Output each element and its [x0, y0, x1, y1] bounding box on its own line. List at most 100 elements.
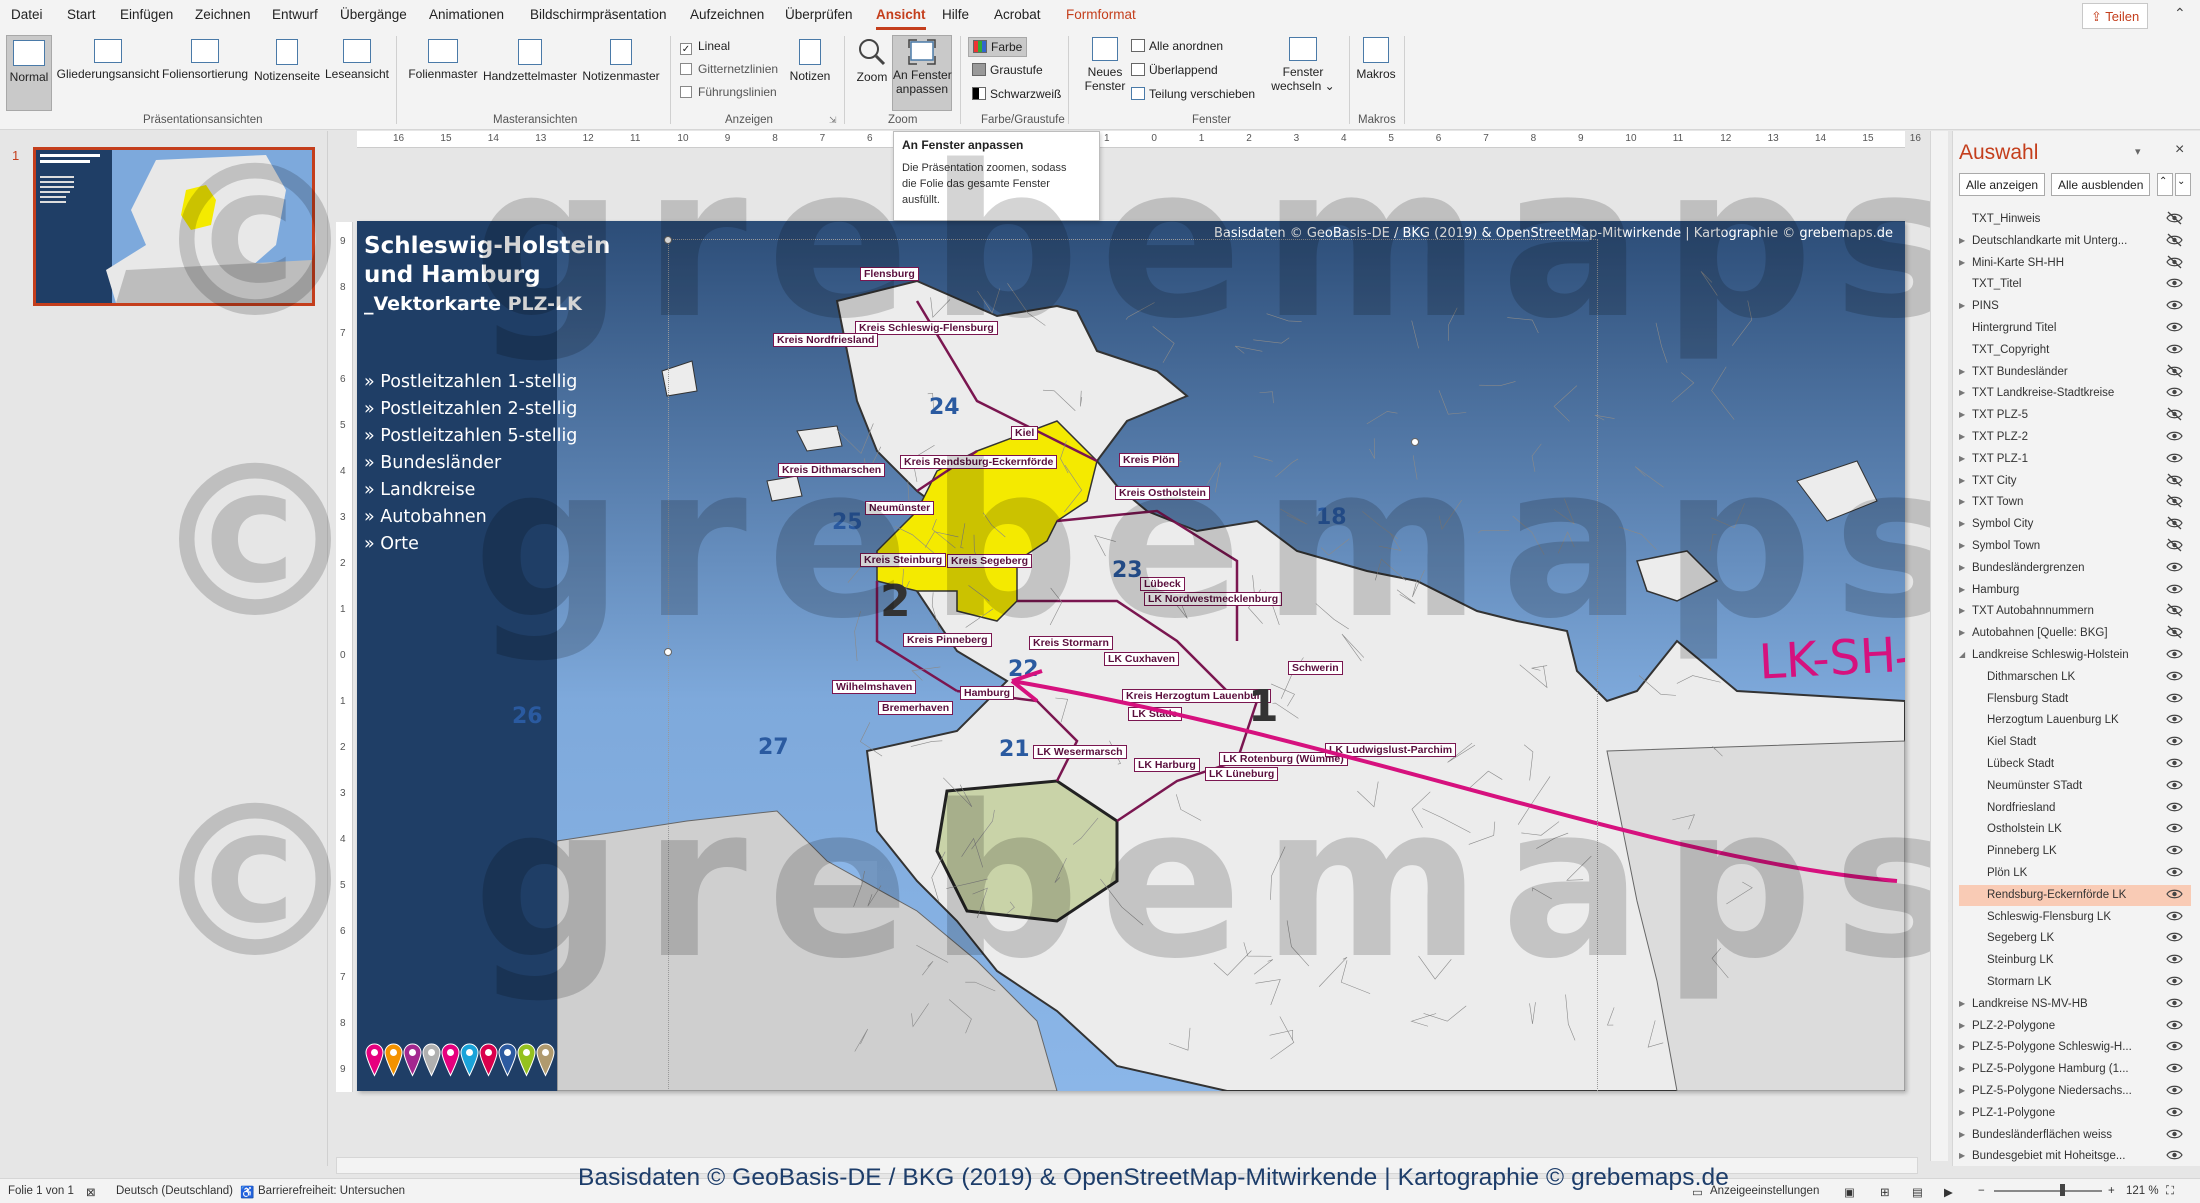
layer-item[interactable]: ▶ PINS — [1959, 296, 2191, 317]
reading-view-status-icon[interactable]: ▤ — [1912, 1185, 1923, 1199]
hidden-eye-icon[interactable] — [2166, 233, 2183, 247]
layer-item[interactable]: Rendsburg-Eckernförde LK — [1959, 884, 2191, 906]
zoom-level[interactable]: 121 % — [2126, 1185, 2159, 1197]
layer-item[interactable]: ▶ Symbol Town — [1959, 536, 2191, 557]
color-mode-button[interactable]: Farbe — [968, 37, 1028, 57]
visible-eye-icon[interactable] — [2166, 1018, 2183, 1032]
visible-eye-icon[interactable] — [2166, 800, 2183, 814]
visible-eye-icon[interactable] — [2166, 1061, 2183, 1075]
accessibility-check[interactable]: Barrierefreiheit: Untersuchen — [258, 1185, 405, 1197]
expand-triangle-icon[interactable]: ▶ — [1959, 628, 1965, 637]
visible-eye-icon[interactable] — [2166, 930, 2183, 944]
visible-eye-icon[interactable] — [2166, 298, 2183, 312]
hidden-eye-icon[interactable] — [2166, 603, 2183, 617]
expand-triangle-icon[interactable]: ▶ — [1959, 999, 1965, 1008]
layer-item[interactable]: TXT_Titel — [1959, 274, 2191, 295]
expand-triangle-icon[interactable]: ▶ — [1959, 1108, 1965, 1117]
notes-master-button[interactable]: Notizenmaster — [580, 39, 662, 83]
layer-item[interactable]: ▶ Bundesgebiet mit Hoheitsge... — [1959, 1146, 2191, 1167]
visible-eye-icon[interactable] — [2166, 691, 2183, 705]
expand-triangle-icon[interactable]: ▶ — [1959, 541, 1965, 550]
layer-item[interactable]: ▶ PLZ-5-Polygone Hamburg (1... — [1959, 1059, 2191, 1080]
macros-button[interactable]: Makros — [1354, 37, 1398, 81]
layer-item[interactable]: Schleswig-Flensburg LK — [1959, 907, 2191, 928]
layer-item[interactable]: Flensburg Stadt — [1959, 689, 2191, 710]
normal-view-status-icon[interactable]: ▣ — [1844, 1185, 1855, 1199]
layer-item[interactable]: Herzogtum Lauenburg LK — [1959, 710, 2191, 731]
layer-item[interactable]: ▶ Autobahnen [Quelle: BKG] — [1959, 623, 2191, 644]
resize-handle[interactable] — [1411, 438, 1419, 446]
gridlines-checkbox[interactable]: Gitternetzlinien — [680, 62, 778, 76]
tab-hilfe[interactable]: Hilfe — [942, 7, 969, 22]
slide-thumbnail[interactable] — [33, 147, 315, 306]
layer-item[interactable]: ▶ TXT PLZ-5 — [1959, 405, 2191, 426]
layer-item[interactable]: Lübeck Stadt — [1959, 754, 2191, 775]
visible-eye-icon[interactable] — [2166, 429, 2183, 443]
expand-triangle-icon[interactable]: ▶ — [1959, 1130, 1965, 1139]
hidden-eye-icon[interactable] — [2166, 516, 2183, 530]
expand-triangle-icon[interactable]: ◢ — [1959, 650, 1965, 659]
visible-eye-icon[interactable] — [2166, 756, 2183, 770]
layer-item[interactable]: Steinburg LK — [1959, 950, 2191, 971]
visible-eye-icon[interactable] — [2166, 1127, 2183, 1141]
expand-triangle-icon[interactable]: ▶ — [1959, 410, 1965, 419]
hide-all-button[interactable]: Alle ausblenden — [2051, 173, 2151, 196]
expand-triangle-icon[interactable]: ▶ — [1959, 1064, 1965, 1073]
layer-item[interactable]: ▶ PLZ-5-Polygone Schleswig-H... — [1959, 1037, 2191, 1058]
fit-slide-icon[interactable]: ⛶ — [2166, 1185, 2174, 1198]
notes-button[interactable]: Notizen — [786, 39, 834, 83]
zoom-slider[interactable] — [1994, 1190, 2102, 1192]
bring-forward-icon[interactable]: ⌃ — [2157, 173, 2173, 196]
tab-ueberpruefen[interactable]: Überprüfen — [785, 7, 853, 22]
visible-eye-icon[interactable] — [2166, 647, 2183, 661]
hidden-eye-icon[interactable] — [2166, 407, 2183, 421]
visible-eye-icon[interactable] — [2166, 669, 2183, 683]
visible-eye-icon[interactable] — [2166, 909, 2183, 923]
visible-eye-icon[interactable] — [2166, 952, 2183, 966]
layer-item[interactable]: ▶ TXT PLZ-2 — [1959, 427, 2191, 448]
layer-item[interactable]: ▶ TXT PLZ-1 — [1959, 449, 2191, 470]
language-indicator[interactable]: Deutsch (Deutschland) — [116, 1185, 233, 1197]
hidden-eye-icon[interactable] — [2166, 211, 2183, 225]
expand-triangle-icon[interactable]: ▶ — [1959, 367, 1965, 376]
expand-triangle-icon[interactable]: ▶ — [1959, 454, 1965, 463]
layer-item[interactable]: ▶ PLZ-2-Polygone — [1959, 1016, 2191, 1037]
expand-triangle-icon[interactable]: ▶ — [1959, 606, 1965, 615]
switch-windows-button[interactable]: Fenster wechseln ⌄ — [1262, 37, 1344, 93]
tab-uebergaenge[interactable]: Übergänge — [340, 7, 407, 22]
tab-animationen[interactable]: Animationen — [429, 7, 504, 22]
layer-item[interactable]: Ostholstein LK — [1959, 819, 2191, 840]
resize-handle[interactable] — [664, 648, 672, 656]
tab-bildschirmpraesentation[interactable]: Bildschirmpräsentation — [530, 7, 667, 22]
visible-eye-icon[interactable] — [2166, 582, 2183, 596]
visible-eye-icon[interactable] — [2166, 560, 2183, 574]
guides-checkbox[interactable]: Führungslinien — [680, 85, 777, 99]
black-white-button[interactable]: Schwarzweiß — [972, 87, 1061, 101]
visible-eye-icon[interactable] — [2166, 887, 2183, 901]
tab-zeichnen[interactable]: Zeichnen — [195, 7, 251, 22]
layer-item[interactable]: Segeberg LK — [1959, 928, 2191, 949]
layer-item[interactable]: Pinneberg LK — [1959, 841, 2191, 862]
resize-handle[interactable] — [664, 236, 672, 244]
notes-page-button[interactable]: Notizenseite — [252, 39, 322, 83]
layer-item[interactable]: ▶ TXT Landkreise-Stadtkreise — [1959, 383, 2191, 404]
zoom-out-icon[interactable]: − — [1978, 1185, 1985, 1197]
spellcheck-icon[interactable]: ⊠ — [86, 1185, 96, 1199]
dialog-launcher-icon[interactable]: ⇲ — [829, 115, 837, 126]
layer-item[interactable]: Stormarn LK — [1959, 972, 2191, 993]
fit-to-window-button[interactable]: An Fenster anpassen — [892, 35, 952, 111]
hidden-eye-icon[interactable] — [2166, 625, 2183, 639]
outline-view-button[interactable]: Gliederungsansicht — [56, 39, 160, 81]
tab-einfuegen[interactable]: Einfügen — [120, 7, 173, 22]
collapse-ribbon-icon[interactable]: ⌃ — [2174, 5, 2186, 22]
visible-eye-icon[interactable] — [2166, 821, 2183, 835]
normal-view-button[interactable]: Normal — [6, 35, 52, 111]
selection-box[interactable] — [668, 239, 1598, 1091]
visible-eye-icon[interactable] — [2166, 778, 2183, 792]
layer-item[interactable]: Neumünster STadt — [1959, 776, 2191, 797]
horizontal-ruler[interactable]: 1615141312111098765432101234567891011121… — [357, 131, 1921, 148]
hidden-eye-icon[interactable] — [2166, 494, 2183, 508]
tab-start[interactable]: Start — [67, 7, 96, 22]
zoom-in-icon[interactable]: + — [2108, 1185, 2115, 1197]
layer-item[interactable]: Plön LK — [1959, 863, 2191, 884]
